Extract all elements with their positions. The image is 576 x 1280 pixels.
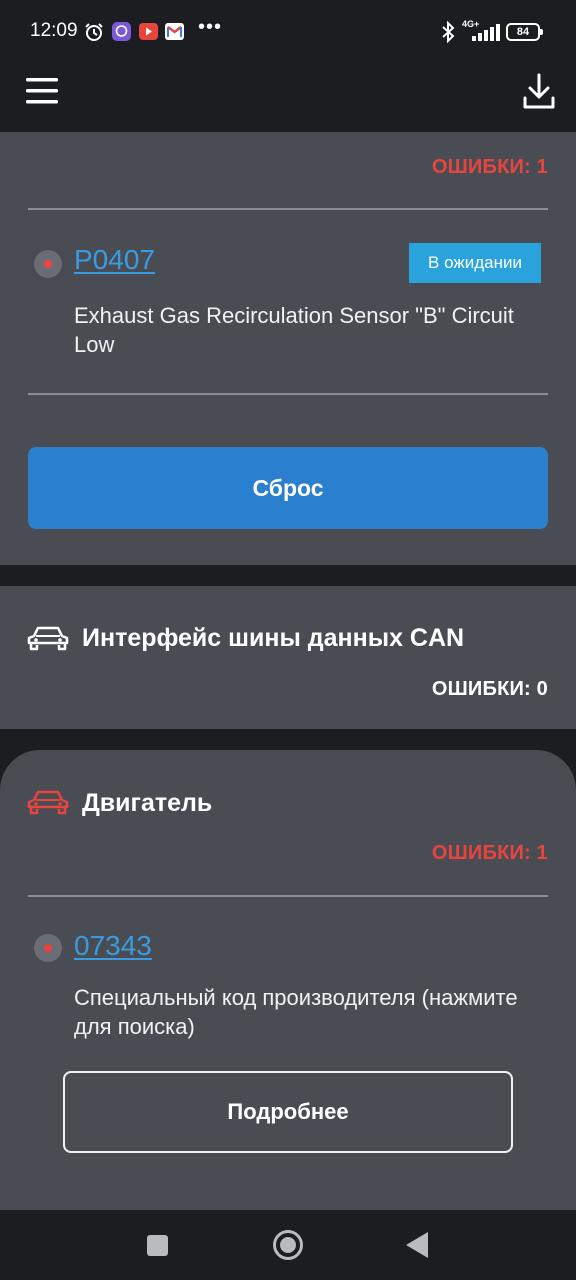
car-icon — [27, 790, 69, 815]
youtube-icon — [139, 23, 158, 40]
viber-icon — [112, 22, 131, 41]
battery-indicator: 84 — [506, 23, 543, 41]
status-time: 12:09 — [30, 20, 78, 41]
divider — [28, 393, 548, 395]
download-icon[interactable] — [522, 72, 556, 112]
gmail-icon — [165, 23, 184, 40]
hamburger-menu-icon[interactable] — [24, 74, 60, 108]
fault-description: Специальный код производителя (нажмите д… — [74, 985, 518, 1039]
status-badge: В ожидании — [409, 243, 541, 283]
home-icon[interactable] — [273, 1230, 303, 1260]
errors-count: ОШИБКИ: 1 — [431, 842, 548, 864]
divider — [28, 895, 548, 897]
system-nav-bar — [0, 1210, 576, 1280]
bluetooth-icon — [442, 21, 455, 43]
fault-section-card: ОШИБКИ: 1 P0407 В ожидании Exhaust Gas R… — [0, 132, 576, 565]
errors-count: ОШИБКИ: 0 — [431, 678, 548, 700]
details-button[interactable]: Подробнее — [63, 1071, 513, 1153]
fault-indicator-icon — [34, 934, 62, 962]
back-icon[interactable] — [406, 1232, 428, 1258]
fault-indicator-icon — [34, 250, 62, 278]
divider — [28, 208, 548, 210]
section-title: Интерфейс шины данных CAN — [82, 624, 465, 652]
reset-button[interactable]: Сброс — [28, 447, 548, 529]
app-header — [0, 64, 576, 132]
section-title: Двигатель — [82, 789, 213, 817]
signal-icon — [472, 24, 500, 41]
alarm-icon — [85, 23, 103, 41]
recents-icon[interactable] — [147, 1235, 168, 1256]
errors-count: ОШИБКИ: 1 — [431, 156, 548, 178]
fault-description: Exhaust Gas Recirculation Sensor "B" Cir… — [74, 303, 514, 357]
car-icon — [27, 626, 69, 651]
fault-code-link[interactable]: P0407 — [74, 244, 155, 276]
engine-section-card: Двигатель ОШИБКИ: 1 07343 Специальный ко… — [0, 750, 576, 1212]
more-notifications: ••• — [198, 16, 223, 38]
fault-code-link[interactable]: 07343 — [74, 930, 152, 962]
status-bar: 12:09 ••• 4G+ 84 — [0, 0, 576, 64]
can-bus-section-card[interactable]: Интерфейс шины данных CAN ОШИБКИ: 0 — [0, 586, 576, 729]
